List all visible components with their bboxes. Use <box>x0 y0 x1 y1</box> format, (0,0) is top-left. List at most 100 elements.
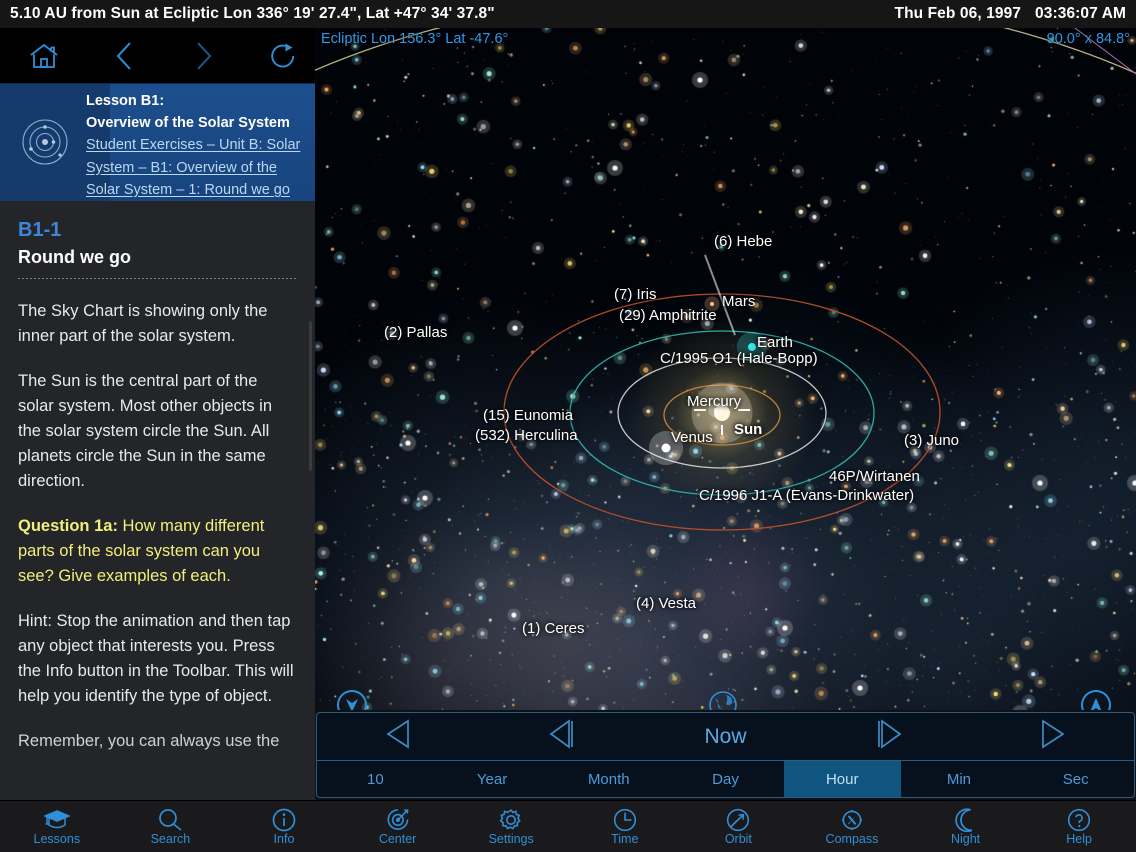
time-unit-row: 10 Year Month Day Hour Min Sec <box>317 761 1134 797</box>
sky-coord-right: 90.0° x 84.8° <box>1046 31 1130 47</box>
time-control-bar[interactable]: Now 10 Year Month Day Hour Min Sec <box>316 712 1135 798</box>
lesson-paragraph-5: Remember, you can always use the <box>18 732 280 750</box>
lesson-title: Overview of the Solar System <box>86 115 290 131</box>
time-unit-month[interactable]: Month <box>550 761 667 797</box>
body-earth <box>748 343 756 351</box>
sky-coord-left: Ecliptic Lon 156.3° Lat -47.6° <box>321 31 509 47</box>
lesson-sidebar: Lesson B1: Overview of the Solar System … <box>0 28 315 800</box>
sky-chart[interactable]: (6) Hebe (7) Iris Mars (29) Amphitrite (2) P… <box>315 28 1136 710</box>
bottom-toolbar: Lessons Search Info Center Settings Time Orbit… <box>0 800 1136 852</box>
time-unit-sec[interactable]: Sec <box>1017 761 1134 797</box>
body-mercury <box>714 408 718 412</box>
gear-icon <box>498 808 524 832</box>
time-unit-min[interactable]: Min <box>901 761 1018 797</box>
toolbar-item-search[interactable]: Search <box>114 808 228 846</box>
step-back-button[interactable] <box>480 717 643 756</box>
fast-forward-button[interactable] <box>971 717 1134 756</box>
refresh-icon <box>270 41 298 71</box>
magnifier-icon <box>157 808 183 832</box>
toolbar-item-label: Lessons <box>33 831 81 846</box>
breadcrumb-line-1[interactable]: Student Exercises – Unit B: Solar <box>86 134 309 157</box>
back-button[interactable] <box>102 36 146 76</box>
compass-slash-icon <box>839 808 865 832</box>
triangle-right-icon <box>1035 717 1069 756</box>
toolbar-item-label: Help <box>1066 831 1092 846</box>
toolbar-item-settings[interactable]: Settings <box>454 808 568 846</box>
title-bar: 5.10 AU from Sun at Ecliptic Lon 336° 19… <box>0 0 1136 28</box>
target-crosshair-icon <box>385 808 411 832</box>
triangle-left-bar-icon <box>545 717 579 756</box>
lesson-header-text: Lesson B1: Overview of the Solar System … <box>86 91 309 201</box>
breadcrumb-line-2[interactable]: System – B1: Overview of the <box>86 157 309 180</box>
body-venus <box>661 443 671 453</box>
orbit-lines-layer <box>315 28 1136 710</box>
orbit-uranus <box>315 28 1136 710</box>
orbit-jupiter <box>315 28 1136 75</box>
time-transport-row: Now <box>317 713 1134 761</box>
chevron-right-icon <box>194 40 214 72</box>
lesson-paragraph-2: The Sun is the central part of the solar… <box>18 372 273 490</box>
home-button[interactable] <box>22 36 66 76</box>
datetime-readout: Thu Feb 06, 1997 03:36:07 AM <box>895 5 1127 23</box>
time-unit-year[interactable]: Year <box>434 761 551 797</box>
toolbar-item-center[interactable]: Center <box>341 808 455 846</box>
toolbar-item-orbit[interactable]: Orbit <box>682 808 796 846</box>
toolbar-item-compass[interactable]: Compass <box>795 808 909 846</box>
comet-tail <box>704 254 736 336</box>
body-mars <box>710 302 714 306</box>
sky-safari-app: 5.10 AU from Sun at Ecliptic Lon 336° 19… <box>0 0 1136 852</box>
orbit-icon <box>725 808 751 832</box>
solar-system-icon <box>14 110 76 174</box>
divider <box>18 278 297 279</box>
clock-icon <box>612 808 638 832</box>
toolbar-item-lessons[interactable]: Lessons <box>0 808 114 846</box>
chevron-left-icon <box>114 40 134 72</box>
time-unit-day[interactable]: Day <box>667 761 784 797</box>
toolbar-item-time[interactable]: Time <box>568 808 682 846</box>
exercise-code: B1-1 <box>18 219 62 241</box>
breadcrumb-line-3[interactable]: Solar System – 1: Round we go <box>86 179 309 201</box>
lesson-header[interactable]: Lesson B1: Overview of the Solar System … <box>0 84 315 201</box>
toolbar-item-label: Search <box>150 831 191 846</box>
refresh-button[interactable] <box>262 36 306 76</box>
lesson-content[interactable]: B1-1 Round we go The Sky Chart is showin… <box>0 201 315 800</box>
time-unit-hour[interactable]: Hour <box>783 761 901 797</box>
hint-paragraph: Hint: Stop the animation and then tap an… <box>18 612 294 705</box>
question-circle-icon <box>1066 808 1092 832</box>
question-label: Question 1a: <box>18 517 118 535</box>
moon-icon <box>953 807 979 832</box>
graduation-cap-icon <box>43 808 70 832</box>
earth-globe-icon[interactable] <box>708 690 738 710</box>
orbit-neptune <box>315 28 1136 710</box>
lesson-paragraph-1: The Sky Chart is showing only the inner … <box>18 302 268 345</box>
toolbar-item-label: Time <box>611 831 639 846</box>
position-readout: 5.10 AU from Sun at Ecliptic Lon 336° 19… <box>10 5 495 22</box>
info-circle-icon <box>271 808 297 832</box>
time-readout: 03:36:07 AM <box>1035 5 1126 22</box>
question-paragraph: Question 1a: How many different parts of… <box>18 514 297 589</box>
play-button[interactable] <box>807 717 970 756</box>
sidebar-scrollbar[interactable] <box>309 321 312 471</box>
date-readout: Thu Feb 06, 1997 <box>894 5 1022 22</box>
toolbar-item-night[interactable]: Night <box>909 807 1023 846</box>
home-icon <box>29 42 59 70</box>
forward-button[interactable] <box>182 36 226 76</box>
toolbar-item-label: Info <box>273 831 295 846</box>
now-button[interactable]: Now <box>644 725 807 749</box>
orbit-saturn <box>315 28 1136 710</box>
toolbar-item-label: Compass <box>825 831 879 846</box>
toolbar-item-label: Settings <box>488 831 534 846</box>
exercise-title: Round we go <box>18 247 131 267</box>
toolbar-item-help[interactable]: Help <box>1022 808 1136 846</box>
triangle-left-icon <box>382 717 416 756</box>
now-label: Now <box>704 724 747 748</box>
lesson-nav-bar <box>0 28 315 84</box>
rewind-button[interactable] <box>317 717 480 756</box>
toolbar-item-label: Night <box>950 831 981 846</box>
lesson-number: Lesson B1: <box>86 93 165 109</box>
toolbar-item-label: Center <box>378 831 417 846</box>
time-unit-10[interactable]: 10 <box>317 761 434 797</box>
triangle-right-bar-icon <box>872 717 906 756</box>
toolbar-item-info[interactable]: Info <box>227 808 341 846</box>
toolbar-item-label: Orbit <box>724 831 752 846</box>
